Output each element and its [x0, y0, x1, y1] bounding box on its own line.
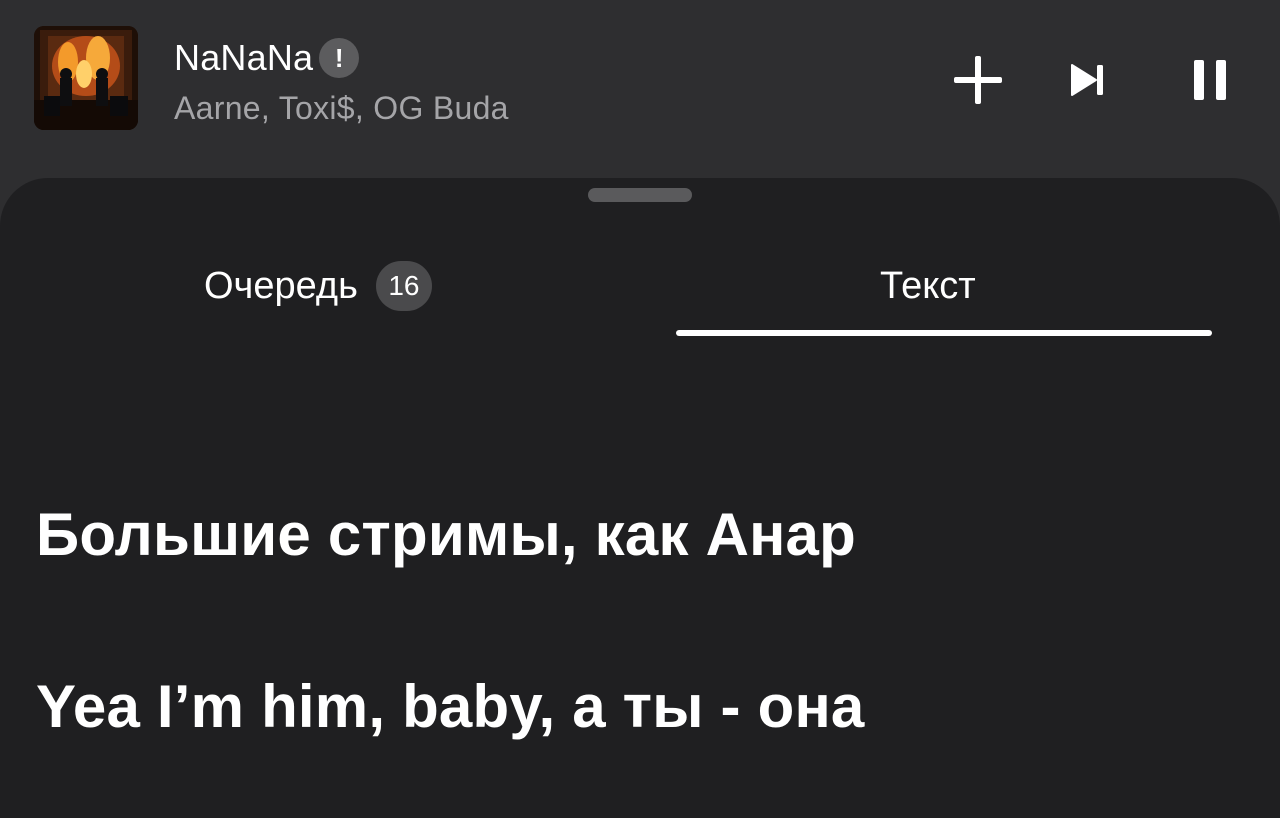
next-track-button[interactable]	[1058, 50, 1118, 110]
track-title-row: NaNaNa !	[174, 36, 360, 80]
queue-count-badge: 16	[375, 261, 432, 311]
tab-lyrics-label: Текст	[880, 264, 976, 307]
add-to-library-button[interactable]	[948, 50, 1008, 110]
plus-icon	[954, 56, 1002, 104]
lyric-line[interactable]: Yea I’m him, baby, а ты - она	[36, 672, 864, 741]
mini-player[interactable]: NaNaNa ! Aarne, Toxi$, OG Buda	[0, 0, 1280, 178]
album-cover[interactable]	[34, 26, 138, 130]
tab-lyrics[interactable]: Текст	[880, 258, 976, 314]
track-artists[interactable]: Aarne, Toxi$, OG Buda	[174, 90, 509, 127]
drag-handle[interactable]	[588, 188, 692, 202]
tab-queue-label: Очередь	[204, 264, 358, 307]
active-tab-indicator	[676, 330, 1212, 336]
tab-queue[interactable]: Очередь 16	[204, 258, 432, 314]
lyric-line[interactable]: Большие стримы, как Анар	[36, 500, 856, 569]
skip-next-icon	[1071, 64, 1103, 96]
bottom-sheet: Очередь 16 Текст Большие стримы, как Ана…	[0, 178, 1280, 818]
pause-icon	[1194, 60, 1226, 100]
explicit-icon: !	[319, 38, 360, 78]
pause-button[interactable]	[1180, 50, 1240, 110]
track-title[interactable]: NaNaNa	[174, 37, 313, 79]
